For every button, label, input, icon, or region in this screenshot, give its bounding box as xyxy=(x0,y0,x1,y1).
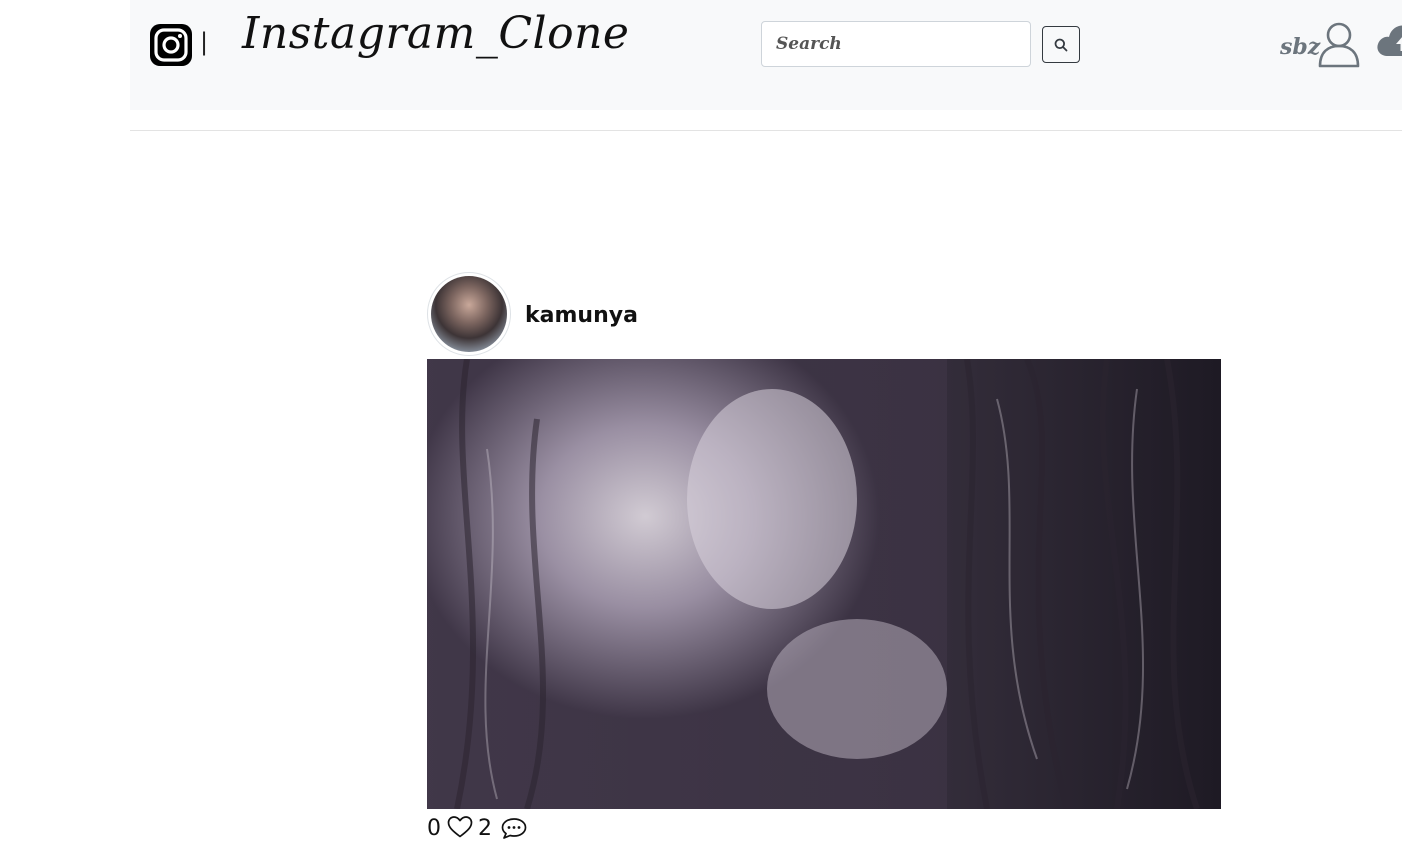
cloud-upload-icon[interactable] xyxy=(1374,22,1402,62)
search-button[interactable] xyxy=(1042,26,1080,63)
brand-separator: | xyxy=(200,28,209,56)
heart-icon[interactable] xyxy=(446,815,474,845)
comments-count: 2 xyxy=(478,816,492,841)
search-input[interactable] xyxy=(761,21,1031,67)
comment-icon[interactable] xyxy=(500,816,528,846)
brand-title[interactable]: Instagram_Clone xyxy=(242,8,629,59)
user-icon[interactable] xyxy=(1316,20,1362,68)
instagram-icon[interactable] xyxy=(150,24,192,66)
username-link[interactable]: sbz xyxy=(1280,34,1320,60)
post-actions: 0 2 xyxy=(427,815,528,843)
search-icon xyxy=(1054,38,1068,51)
avatar-image xyxy=(431,276,507,352)
avatar[interactable] xyxy=(427,272,511,356)
navbar-divider xyxy=(130,130,1402,131)
post-author[interactable]: kamunya xyxy=(525,303,638,328)
post-image[interactable] xyxy=(427,359,1221,809)
likes-count: 0 xyxy=(427,816,441,841)
